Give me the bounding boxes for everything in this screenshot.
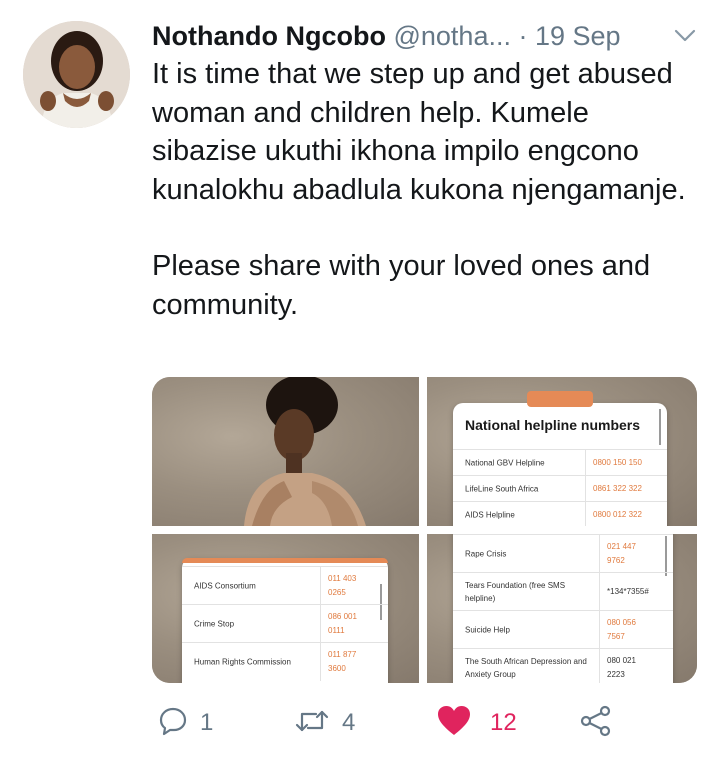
- helpline-card: National helpline numbers National GBV H…: [453, 391, 667, 526]
- helpline-card: Rape Crisis 021 447 9762 Tears Foundatio…: [453, 534, 673, 683]
- avatar[interactable]: [23, 21, 130, 128]
- helpline-name: Rape Crisis: [465, 549, 507, 559]
- helpline-row: Suicide Help 080 056 7567: [453, 610, 673, 649]
- helpline-name: National GBV Helpline: [465, 458, 545, 468]
- helpline-name: AIDS Helpline: [465, 510, 515, 520]
- helpline-number: 0800 150 150: [593, 458, 642, 467]
- helpline-number: 011 877 3600: [328, 650, 357, 673]
- helpline-name: Suicide Help: [465, 625, 510, 635]
- helpline-row: AIDS Consortium 011 403 0265: [182, 566, 388, 605]
- action-bar: 1 4 12: [152, 700, 697, 746]
- media-grid: National helpline numbers National GBV H…: [152, 377, 697, 683]
- helpline-row: The South African Depression and Anxiety…: [453, 648, 673, 683]
- helpline-row: Human Rights Commission 011 877 3600: [182, 642, 388, 681]
- tweet-header: Nothando Ngcobo @notha... · 19 Sep: [152, 16, 697, 56]
- share-icon: [580, 705, 612, 742]
- retweet-icon: [294, 706, 330, 741]
- reply-button[interactable]: 1: [158, 700, 213, 746]
- helpline-row: Crime Stop 086 001 0111: [182, 604, 388, 643]
- helpline-name: AIDS Consortium: [194, 581, 256, 591]
- media-image-4[interactable]: Rape Crisis 021 447 9762 Tears Foundatio…: [427, 534, 697, 683]
- retweet-button[interactable]: 4: [294, 700, 355, 746]
- heart-icon: [436, 705, 472, 742]
- scrollbar: [659, 409, 661, 445]
- helpline-row: Rape Crisis 021 447 9762: [453, 534, 673, 573]
- like-button[interactable]: 12: [436, 700, 517, 746]
- helpline-row: National GBV Helpline 0800 150 150: [453, 449, 667, 476]
- tweet-date[interactable]: 19 Sep: [535, 21, 621, 51]
- retweet-count: 4: [342, 709, 356, 736]
- card-tab: [527, 391, 593, 407]
- avatar-image: [23, 21, 130, 128]
- media-image-3[interactable]: AIDS Consortium 011 403 0265 Crime Stop …: [152, 534, 419, 683]
- like-count: 12: [490, 709, 517, 736]
- display-name[interactable]: Nothando Ngcobo: [152, 21, 386, 51]
- helpline-number: 086 001 0111: [328, 612, 357, 635]
- media-image-1[interactable]: [152, 377, 419, 526]
- card-title: National helpline numbers: [465, 417, 641, 433]
- helpline-row: LifeLine South Africa 0861 322 322: [453, 475, 667, 502]
- chevron-down-icon[interactable]: [673, 16, 697, 56]
- helpline-number: 0861 322 322: [593, 484, 642, 493]
- helpline-row: Tears Foundation (free SMS helpline) *13…: [453, 572, 673, 611]
- helpline-number: 080 056 7567: [607, 618, 636, 641]
- share-button[interactable]: [580, 700, 612, 746]
- helpline-number: 021 447 9762: [607, 542, 636, 565]
- tweet-paragraph: Please share with your loved ones and co…: [152, 250, 651, 321]
- helpline-name: Human Rights Commission: [194, 657, 291, 667]
- helpline-number: 0800 012 322: [593, 510, 642, 519]
- user-handle[interactable]: @notha...: [393, 21, 510, 51]
- helpline-number: 080 021 2223: [607, 656, 636, 679]
- helpline-row: AIDS Helpline 0800 012 322: [453, 501, 667, 526]
- helpline-name: Tears Foundation (free SMS helpline): [465, 581, 566, 603]
- woman-photo: [244, 377, 366, 526]
- helpline-number: *134*7355#: [607, 587, 649, 596]
- reply-count: 1: [200, 709, 214, 736]
- media-image-2[interactable]: National helpline numbers National GBV H…: [427, 377, 697, 526]
- separator: ·: [518, 21, 528, 51]
- tweet-text: It is time that we step up and get abuse…: [152, 55, 697, 324]
- helpline-name: LifeLine South Africa: [465, 484, 539, 494]
- helpline-number: 011 403 0265: [328, 574, 357, 597]
- helpline-name: Crime Stop: [194, 619, 235, 629]
- helpline-name: The South African Depression and Anxiety…: [465, 657, 587, 679]
- helpline-card: AIDS Consortium 011 403 0265 Crime Stop …: [182, 558, 388, 683]
- tweet-paragraph: It is time that we step up and get abuse…: [152, 58, 686, 206]
- reply-icon: [158, 706, 188, 741]
